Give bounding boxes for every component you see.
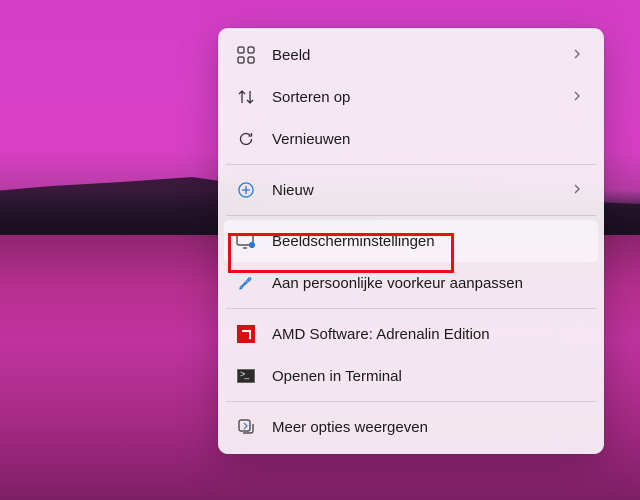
- chevron-right-icon: [570, 182, 586, 198]
- menu-item-terminal[interactable]: Openen in Terminal: [224, 355, 598, 397]
- menu-divider: [226, 164, 596, 165]
- menu-divider: [226, 308, 596, 309]
- menu-label: Beeldscherminstellingen: [272, 233, 586, 250]
- menu-label: Meer opties weergeven: [272, 419, 586, 436]
- terminal-icon: [236, 366, 256, 386]
- refresh-icon: [236, 129, 256, 149]
- sort-icon: [236, 87, 256, 107]
- menu-label: Sorteren op: [272, 89, 570, 106]
- menu-label: Nieuw: [272, 182, 570, 199]
- menu-label: Openen in Terminal: [272, 368, 586, 385]
- more-options-icon: [236, 417, 256, 437]
- desktop-context-menu: Beeld Sorteren op Vernieuwen: [218, 28, 604, 454]
- new-icon: [236, 180, 256, 200]
- view-icon: [236, 45, 256, 65]
- menu-item-display-settings[interactable]: Beeldscherminstellingen: [224, 220, 598, 262]
- menu-label: Vernieuwen: [272, 131, 586, 148]
- chevron-right-icon: [570, 89, 586, 105]
- menu-label: Beeld: [272, 47, 570, 64]
- menu-item-more-options[interactable]: Meer opties weergeven: [224, 406, 598, 448]
- amd-icon: [236, 324, 256, 344]
- menu-item-new[interactable]: Nieuw: [224, 169, 598, 211]
- menu-label: Aan persoonlijke voorkeur aanpassen: [272, 275, 586, 292]
- chevron-right-icon: [570, 47, 586, 63]
- menu-item-view[interactable]: Beeld: [224, 34, 598, 76]
- menu-item-personalize[interactable]: Aan persoonlijke voorkeur aanpassen: [224, 262, 598, 304]
- personalize-icon: [236, 273, 256, 293]
- menu-item-sort[interactable]: Sorteren op: [224, 76, 598, 118]
- menu-divider: [226, 215, 596, 216]
- display-settings-icon: [236, 231, 256, 251]
- menu-item-amd[interactable]: AMD Software: Adrenalin Edition: [224, 313, 598, 355]
- menu-divider: [226, 401, 596, 402]
- menu-item-refresh[interactable]: Vernieuwen: [224, 118, 598, 160]
- menu-label: AMD Software: Adrenalin Edition: [272, 326, 586, 343]
